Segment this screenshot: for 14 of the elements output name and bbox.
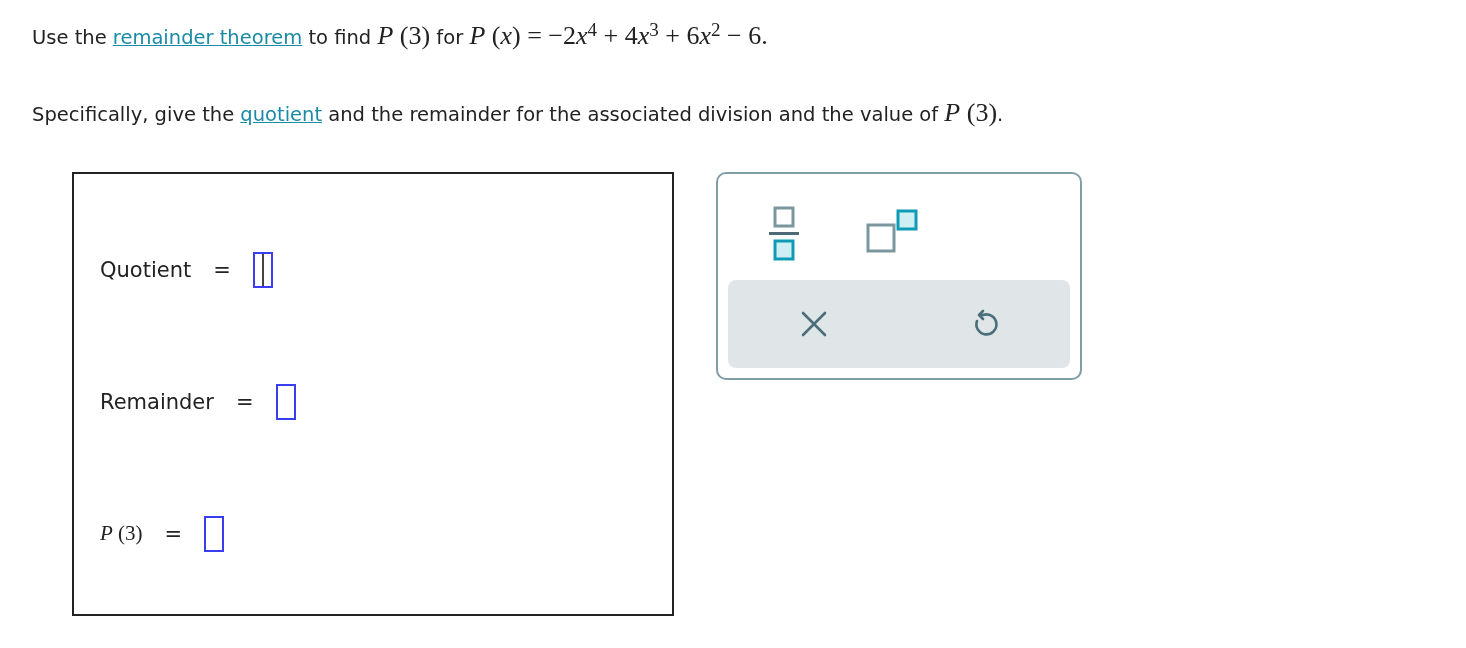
question-text: Use the remainder theorem to find P (3) for P (x) = −2x$^{4}$ + 4x$^{3}$ + 6x$^{2}$ − 6. [32, 18, 769, 52]
answer-field[interactable] [204, 515, 225, 552]
equals-sign: = [235, 389, 254, 414]
answer-field[interactable] [275, 383, 296, 420]
equals-sign: = [164, 521, 183, 546]
answer-label: P (3) [100, 521, 143, 546]
answer-label: Remainder [100, 389, 214, 414]
glossary-link[interactable]: quotient [240, 102, 323, 126]
glossary-link[interactable]: remainder theorem [112, 25, 303, 49]
answer-label: Quotient [100, 257, 192, 282]
question-text: Specifically, give the quotient and the remainder for the associated division and the value of P (3). [32, 96, 1005, 129]
answer-field[interactable] [252, 251, 273, 288]
clear-button[interactable] [799, 309, 828, 338]
equals-sign: = [213, 257, 231, 282]
